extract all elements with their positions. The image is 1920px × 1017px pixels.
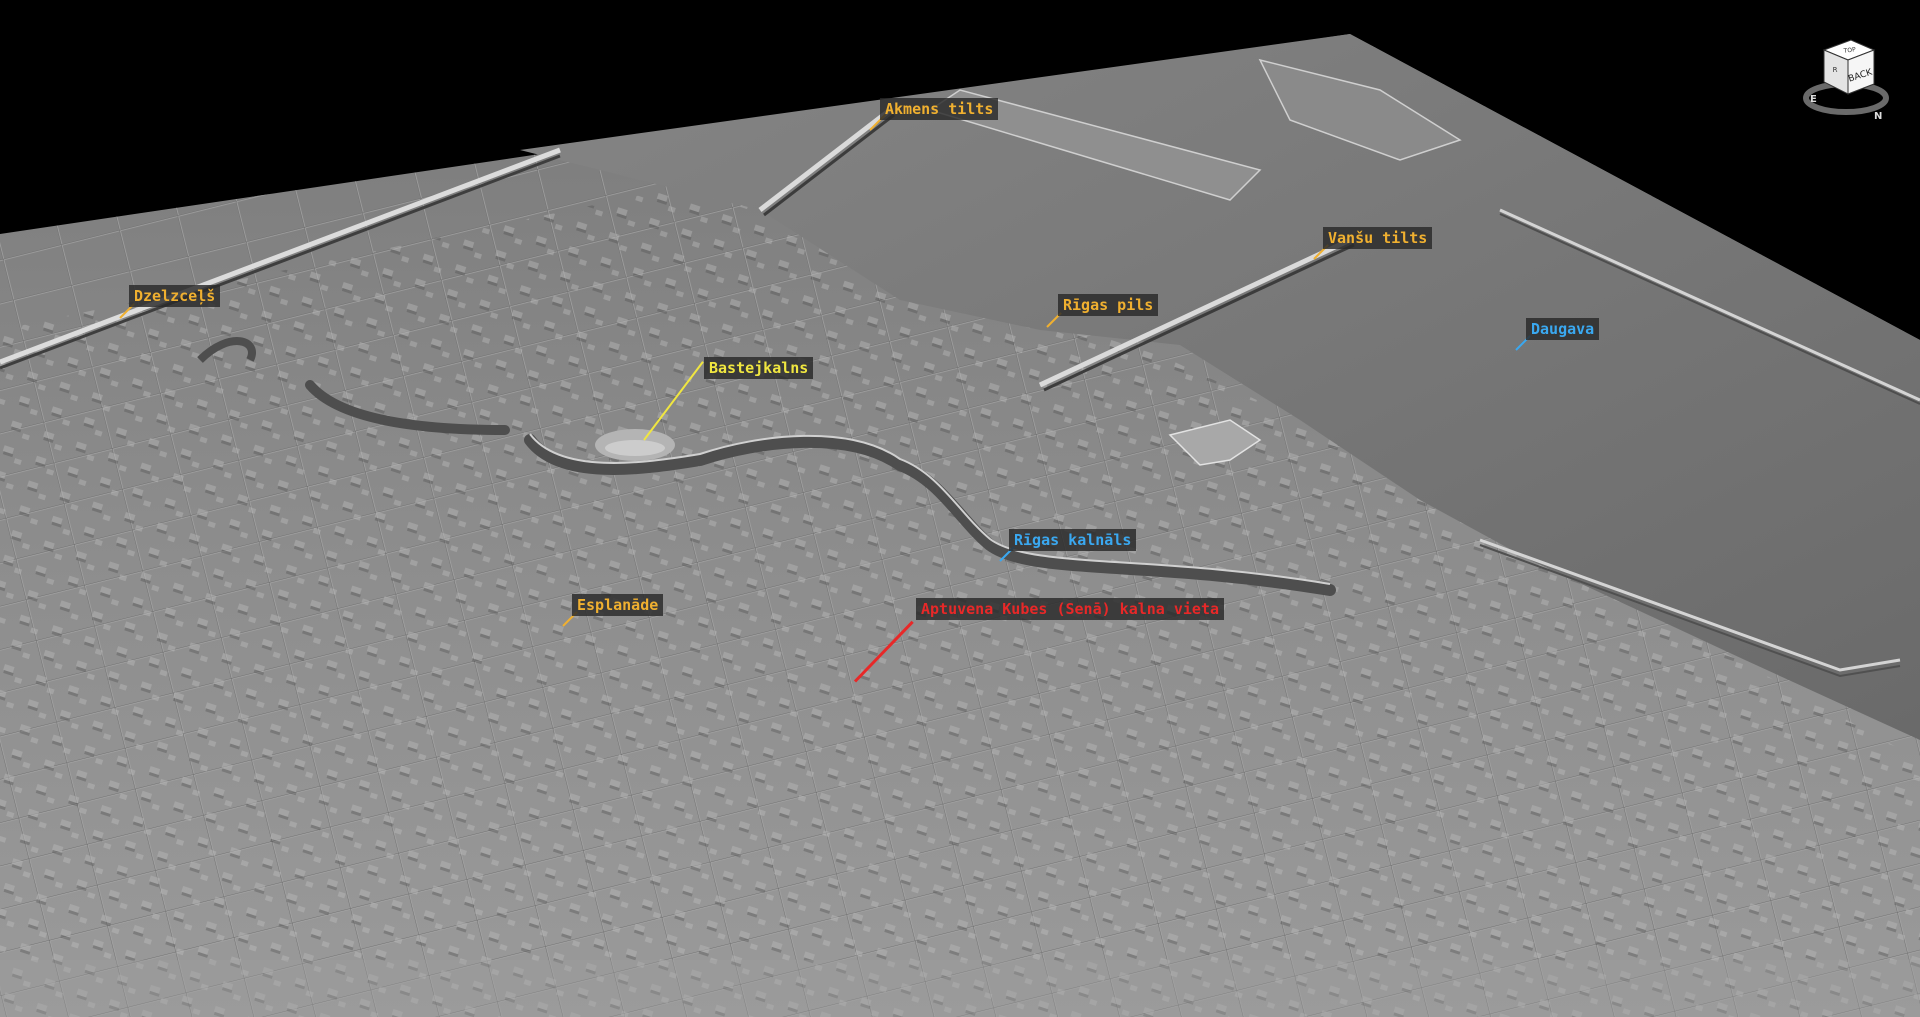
label-esplanade[interactable]: Esplanāde (572, 594, 664, 616)
label-daugava[interactable]: Daugava (1526, 318, 1600, 340)
compass-north: N (1874, 111, 1882, 122)
label-rigas-kalnals[interactable]: Rīgas kalnāls (1009, 529, 1137, 551)
label-rigas-pils[interactable]: Rīgas pils (1058, 294, 1159, 316)
label-akmens-tilts[interactable]: Akmens tilts (880, 98, 999, 120)
compass-east: E (1810, 94, 1817, 105)
cube-side-label: R (1833, 66, 1838, 74)
terrain-surface[interactable] (0, 0, 1920, 1017)
navigation-cube-icon[interactable]: TOP BACK R E N (1796, 36, 1896, 126)
map-3d-viewport[interactable]: Akmens tilts Vanšu tilts Dzelzceļš Rīgas… (0, 0, 1920, 1017)
label-vansu-tilts[interactable]: Vanšu tilts (1323, 227, 1433, 249)
label-kubes-kalns[interactable]: Aptuvena Kubes (Senā) kalna vieta (916, 598, 1225, 620)
label-bastejkalns[interactable]: Bastejkalns (704, 357, 814, 379)
label-dzelzcels[interactable]: Dzelzceļš (129, 285, 221, 307)
